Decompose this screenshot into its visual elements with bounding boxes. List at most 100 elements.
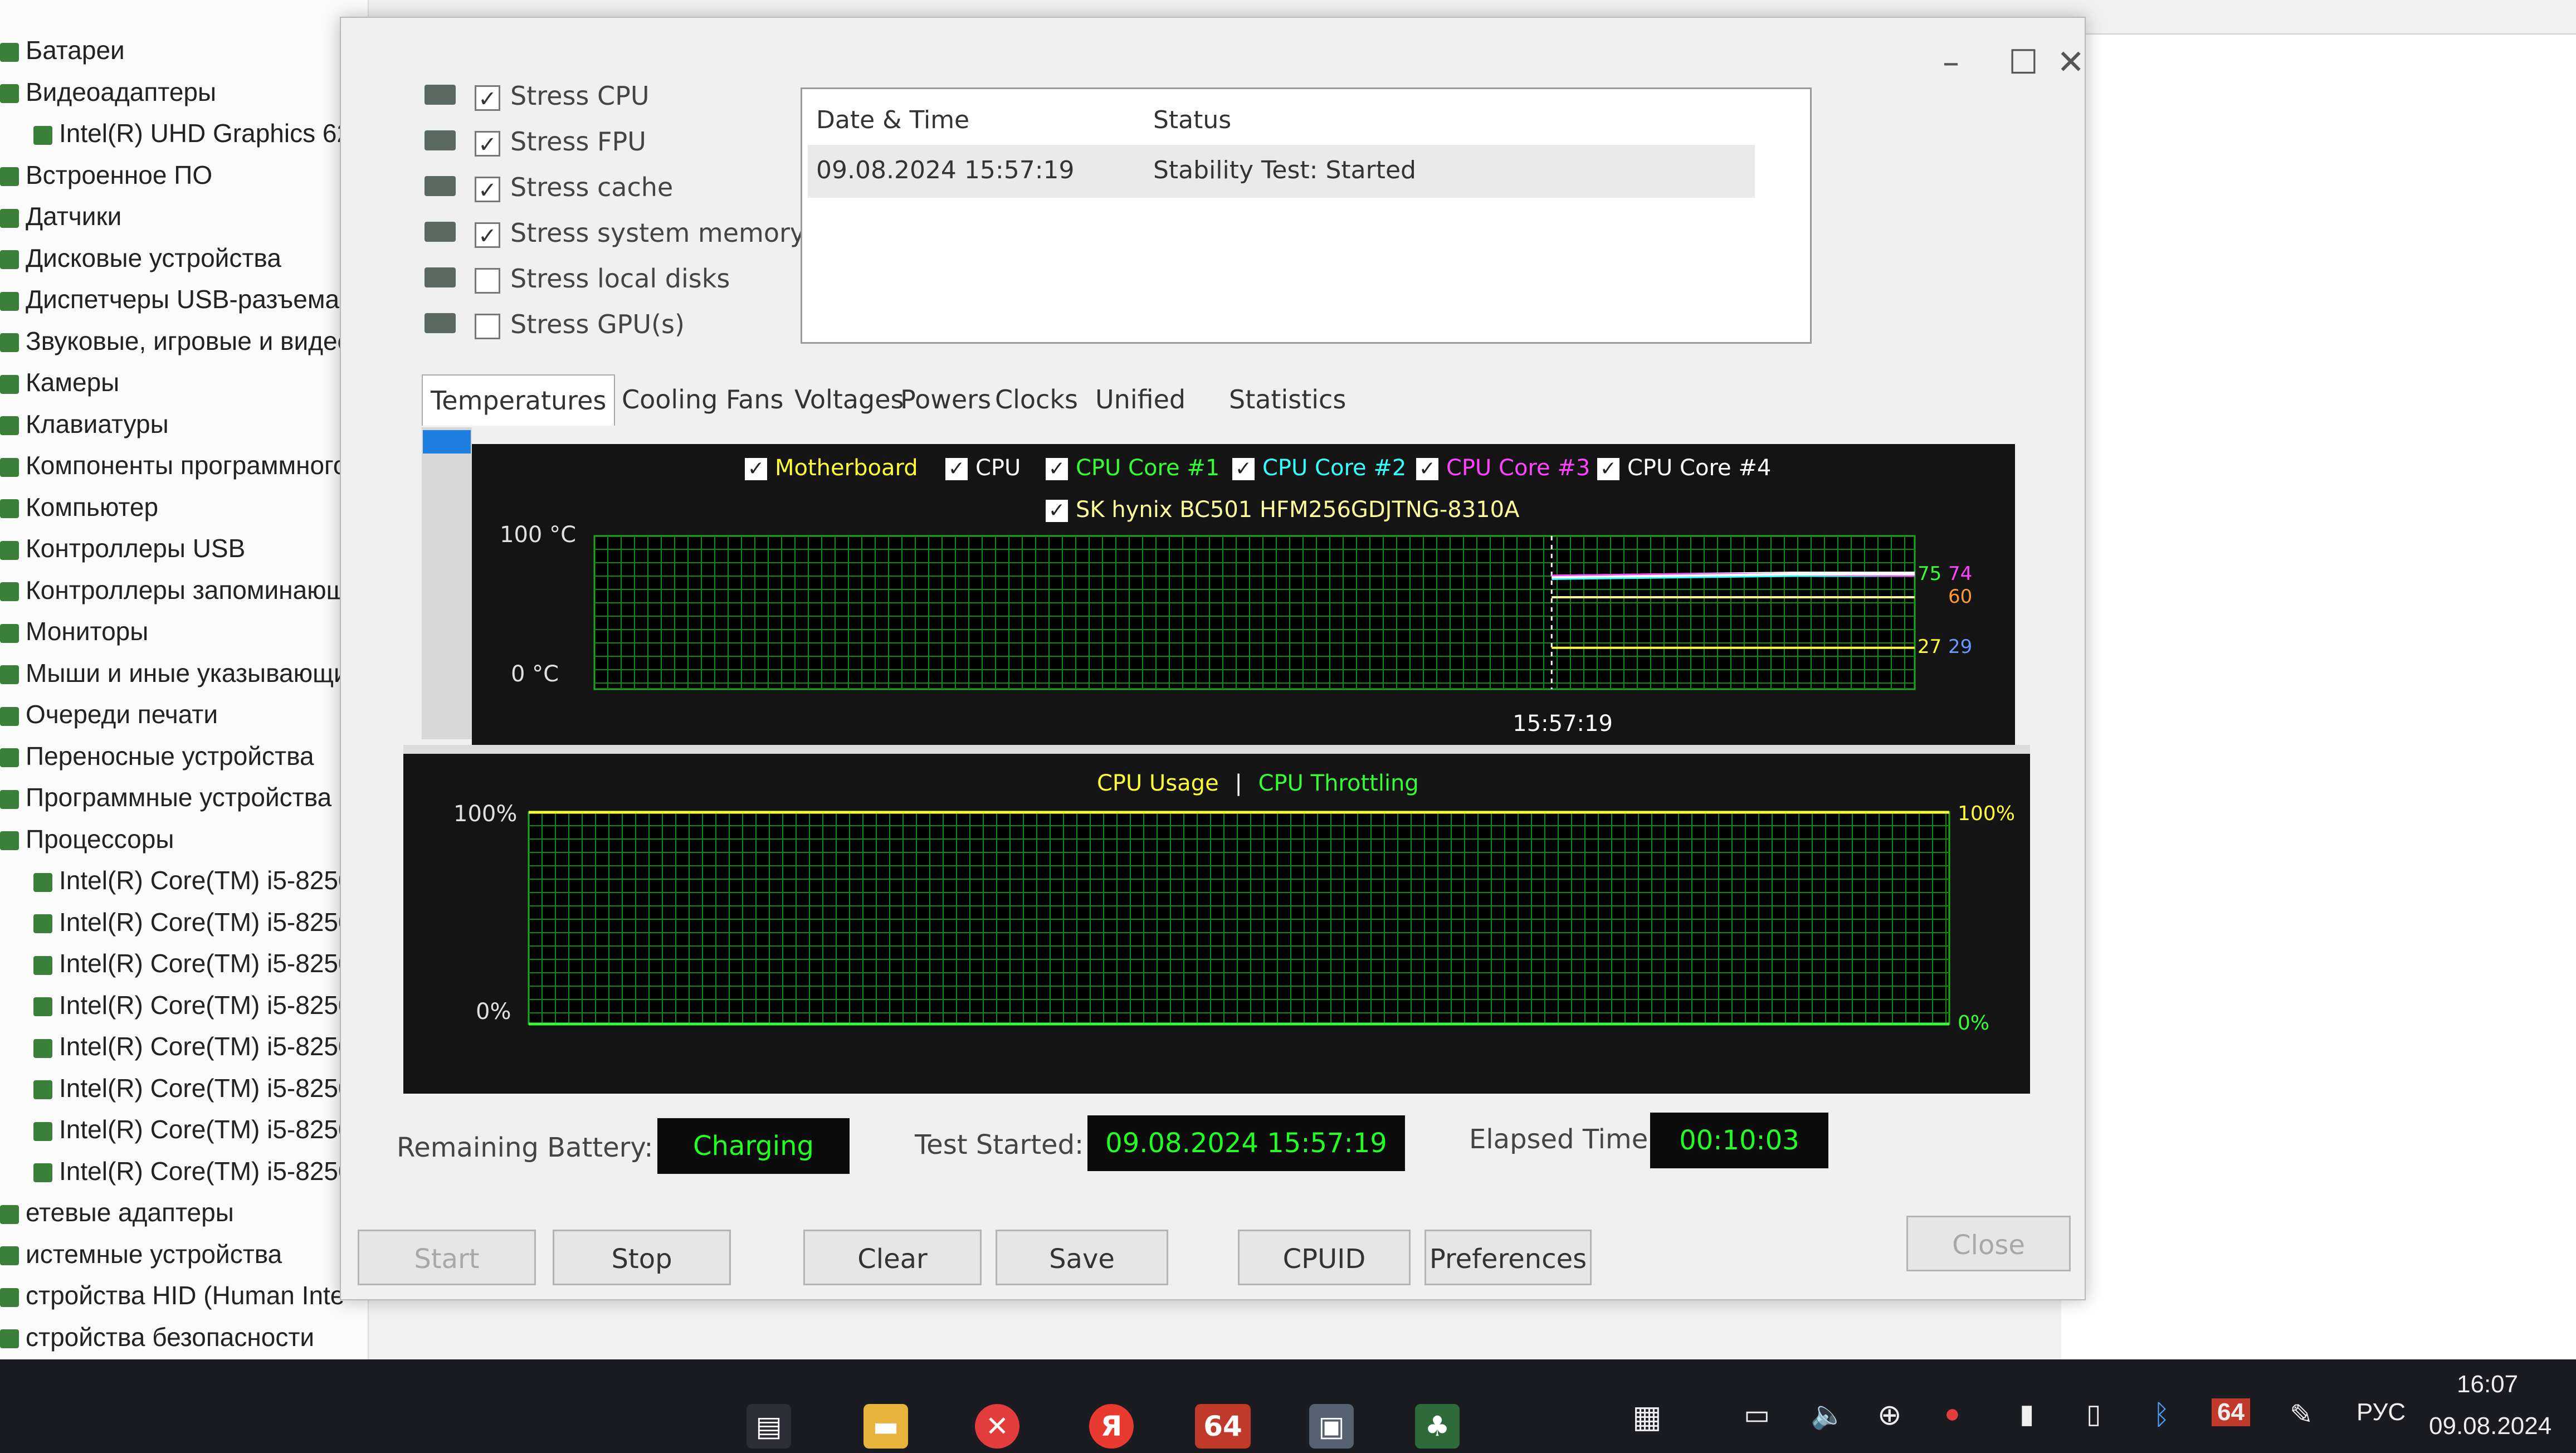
aida64-taskbar-icon[interactable]: 64 bbox=[1195, 1404, 1251, 1449]
device-category-icon bbox=[0, 416, 19, 436]
stress-option[interactable]: ✓ Stress FPU bbox=[475, 119, 646, 164]
device-tree-item[interactable]: Мыши и иные указывающи bbox=[0, 654, 362, 693]
device-tree-item[interactable]: Батареи bbox=[0, 31, 362, 70]
device-tree-item[interactable]: Процессоры bbox=[0, 820, 362, 859]
game-app-icon[interactable]: ♣ bbox=[1415, 1404, 1460, 1449]
device-category-icon bbox=[33, 1038, 52, 1058]
task-view-icon[interactable]: ▤ bbox=[747, 1404, 791, 1449]
device-tree-item[interactable]: Дисковые устройства bbox=[0, 238, 362, 277]
checked-checkbox[interactable]: ✓ bbox=[475, 130, 500, 157]
yandex-icon[interactable]: Я bbox=[1089, 1404, 1134, 1449]
stress-option[interactable]: Stress GPU(s) bbox=[475, 302, 685, 347]
tab-cooling-fans[interactable]: Cooling Fans bbox=[614, 374, 792, 425]
yandex-browser-icon[interactable]: ✕ bbox=[975, 1404, 1019, 1449]
close-button[interactable]: Close bbox=[1906, 1216, 2071, 1271]
battery-value: Charging bbox=[657, 1118, 850, 1174]
device-tree-item[interactable]: етевые адаптеры bbox=[0, 1193, 362, 1232]
maximize-button[interactable]: ☐ bbox=[1990, 29, 2057, 96]
language-indicator[interactable]: РУС bbox=[2357, 1398, 2406, 1426]
device-tree-label: Intel(R) Core(TM) i5-8250U bbox=[59, 1115, 371, 1144]
device-tree-item[interactable]: Программные устройства bbox=[0, 778, 362, 817]
network-globe-icon[interactable]: ⊕ bbox=[1877, 1398, 1902, 1432]
yandex-tray-icon[interactable]: ● bbox=[1944, 1398, 1960, 1429]
device-tree-item[interactable]: Видеоадаптеры bbox=[0, 72, 362, 111]
device-category-icon bbox=[33, 872, 52, 892]
device-tree-item[interactable]: Встроенное ПО bbox=[0, 155, 362, 194]
checked-checkbox[interactable]: ✓ bbox=[475, 176, 500, 203]
minimize-button[interactable]: – bbox=[1918, 29, 1984, 96]
file-explorer-icon[interactable]: ▬ bbox=[863, 1404, 908, 1449]
stop-button[interactable]: Stop bbox=[553, 1230, 731, 1285]
battery-tray-icon[interactable]: ▭ bbox=[1744, 1398, 1770, 1431]
device-tree-label: Датчики bbox=[26, 202, 122, 231]
device-tree-label: Звуковые, игровые и видеоу bbox=[26, 326, 362, 355]
news-widget-icon[interactable]: ▦ bbox=[1632, 1398, 1662, 1435]
device-tree-item[interactable]: Переносные устройства bbox=[0, 737, 362, 776]
preferences-button[interactable]: Preferences bbox=[1424, 1230, 1592, 1285]
aida64-tray-icon[interactable]: 64 bbox=[2212, 1398, 2250, 1426]
cpuid-button[interactable]: CPUID bbox=[1238, 1230, 1411, 1285]
start-button[interactable]: Start bbox=[358, 1230, 536, 1285]
elapsed-time-label: Elapsed Time: bbox=[1469, 1124, 1657, 1155]
checked-checkbox[interactable]: ✓ bbox=[475, 85, 500, 111]
checked-checkbox[interactable]: ✓ bbox=[475, 222, 500, 248]
device-tree-label: Камеры bbox=[26, 368, 120, 397]
device-tree-item[interactable]: Камеры bbox=[0, 363, 362, 402]
volume-icon[interactable]: 🔈 bbox=[1811, 1398, 1845, 1431]
pen-tray-icon[interactable]: ✎ bbox=[2290, 1398, 2313, 1431]
stress-option[interactable]: ✓ Stress cache bbox=[475, 165, 673, 209]
device-category-icon bbox=[0, 333, 19, 353]
device-tree-item[interactable]: стройства безопасности bbox=[0, 1318, 362, 1357]
unchecked-checkbox[interactable] bbox=[475, 313, 500, 339]
device-tree-item[interactable]: истемные устройства bbox=[0, 1235, 362, 1274]
usb-tray-icon[interactable]: ▮ bbox=[2019, 1398, 2034, 1430]
temp-end-value: 75 bbox=[1918, 563, 1941, 585]
device-tree-label: Батареи bbox=[26, 36, 125, 65]
unchecked-checkbox[interactable] bbox=[475, 267, 500, 294]
device-category-icon bbox=[0, 42, 19, 62]
stress-option[interactable]: Stress local disks bbox=[475, 256, 730, 301]
device-tree-item[interactable]: Диспетчеры USB-разъема bbox=[0, 280, 362, 319]
log-cell-datetime: 09.08.2024 15:57:19 bbox=[816, 156, 1075, 184]
sensor-selection[interactable] bbox=[423, 430, 471, 454]
stress-option[interactable]: ✓ Stress system memory bbox=[475, 211, 805, 255]
save-button[interactable]: Save bbox=[996, 1230, 1168, 1285]
device-tree-label: Дисковые устройства bbox=[26, 243, 281, 272]
device-tree-item[interactable]: Звуковые, игровые и видеоу bbox=[0, 321, 362, 360]
sensor-scroll-panel bbox=[422, 427, 472, 739]
device-tree-label: Мониторы bbox=[26, 617, 149, 646]
status-log[interactable]: Date & Time Status 09.08.2024 15:57:19 S… bbox=[801, 87, 1812, 344]
stress-device-icon bbox=[425, 130, 456, 150]
stability-test-window: – ☐ ✕ ✓ Stress CPU ✓ Stress FPU ✓ Stress cach… bbox=[340, 17, 2086, 1300]
log-header-status[interactable]: Status bbox=[1153, 106, 1231, 134]
log-header-datetime[interactable]: Date & Time bbox=[816, 106, 969, 134]
device-tree-item[interactable]: Очереди печати bbox=[0, 695, 362, 734]
device-tree-label: Intel(R) Core(TM) i5-8250U bbox=[59, 990, 371, 1020]
app-icon[interactable]: ▣ bbox=[1309, 1404, 1354, 1449]
device-tree-label: Мыши и иные указывающи bbox=[26, 658, 348, 688]
device-tree-item[interactable]: Контроллеры USB bbox=[0, 529, 362, 568]
tab-statistics[interactable]: Statistics bbox=[1221, 374, 1354, 425]
stress-option[interactable]: ✓ Stress CPU bbox=[475, 74, 650, 118]
clock-time[interactable]: 16:07 bbox=[2457, 1371, 2518, 1398]
close-window-button[interactable]: ✕ bbox=[2057, 29, 2085, 96]
device-tree-item[interactable]: Клавиатуры bbox=[0, 404, 362, 443]
device-tree-item[interactable]: Мониторы bbox=[0, 612, 362, 651]
device-category-icon bbox=[0, 706, 19, 726]
device-tree-item[interactable]: стройства HID (Human Inte bbox=[0, 1276, 362, 1315]
bluetooth-icon[interactable]: ᛒ bbox=[2153, 1398, 2170, 1431]
device-category-icon bbox=[0, 789, 19, 809]
device-tree-item[interactable]: Датчики bbox=[0, 197, 362, 236]
device-tree-item[interactable]: Компоненты программного bbox=[0, 446, 362, 485]
device-category-icon bbox=[0, 1329, 19, 1349]
tab-clocks[interactable]: Clocks bbox=[987, 374, 1086, 425]
drive-tray-icon[interactable]: ▯ bbox=[2086, 1398, 2101, 1430]
tab-temperatures[interactable]: Temperatures bbox=[422, 374, 616, 426]
clock-date[interactable]: 09.08.2024 bbox=[2429, 1412, 2551, 1440]
device-tree-item[interactable]: Контроллеры запоминающ bbox=[0, 571, 362, 610]
tab-unified[interactable]: Unified bbox=[1087, 374, 1193, 425]
tab-powers[interactable]: Powers bbox=[892, 374, 999, 425]
device-tree-label: стройства HID (Human Inte bbox=[26, 1281, 345, 1310]
clear-button[interactable]: Clear bbox=[803, 1230, 982, 1285]
device-tree-item[interactable]: Компьютер bbox=[0, 487, 362, 526]
